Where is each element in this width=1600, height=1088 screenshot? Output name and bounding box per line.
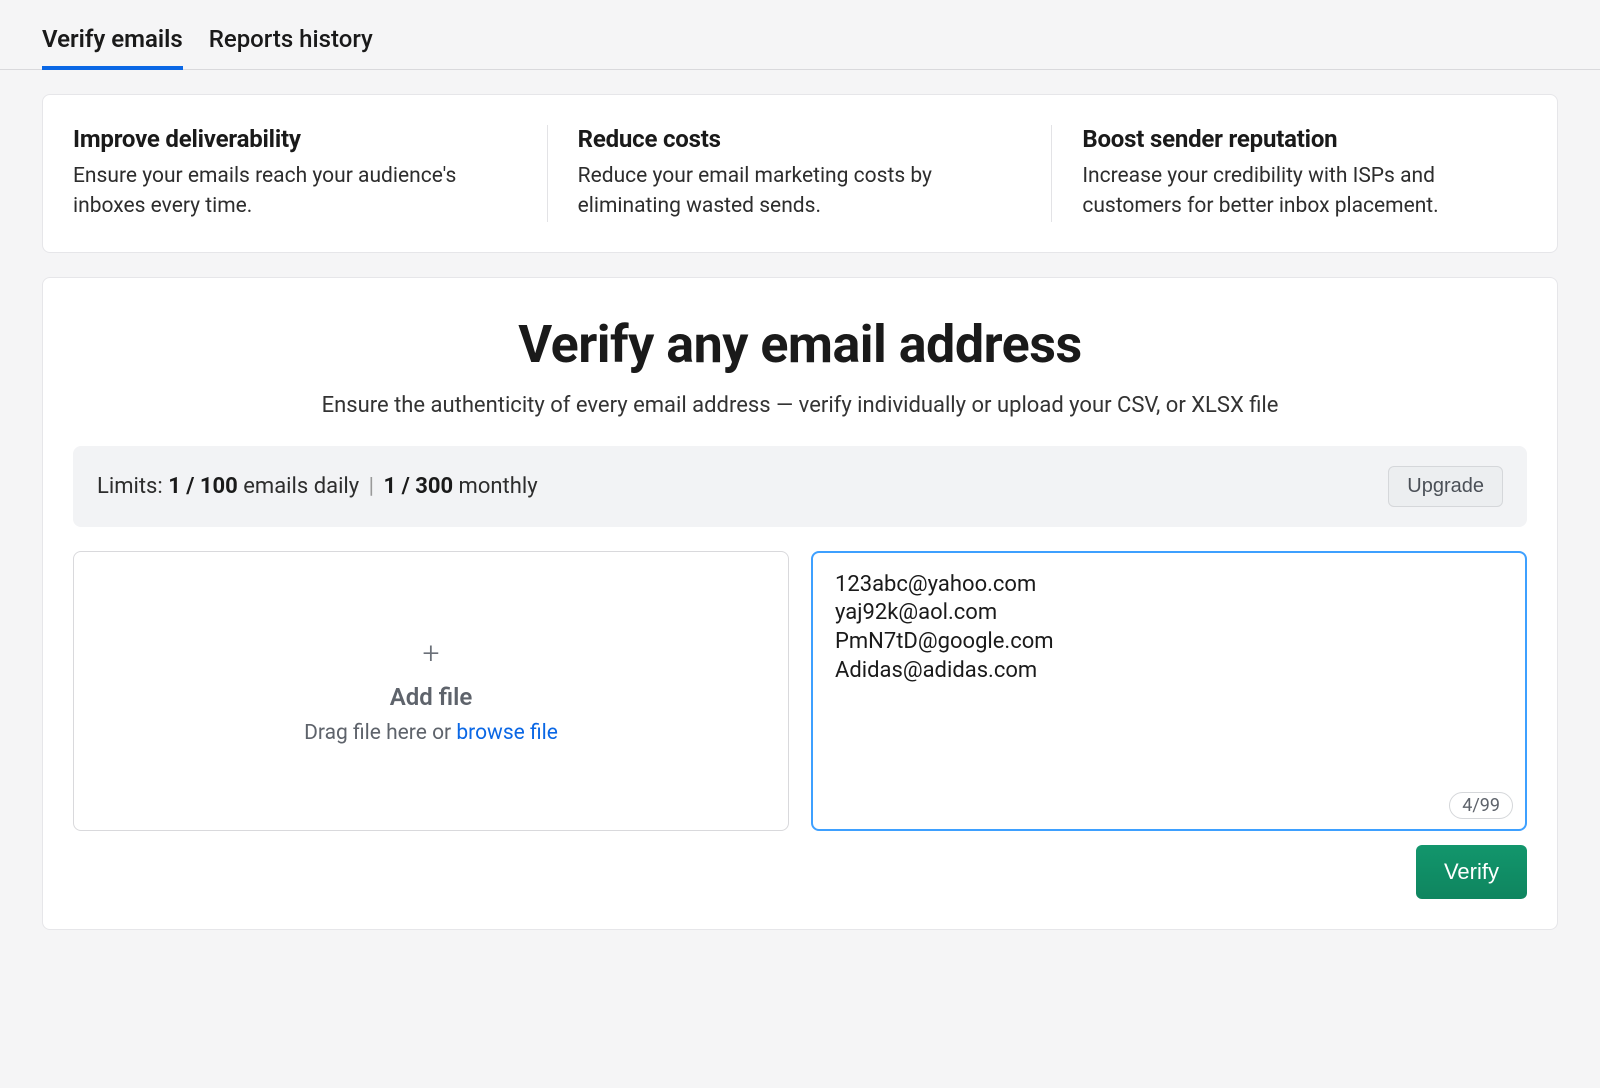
benefit-text: Reduce your email marketing costs by eli…: [578, 161, 1022, 222]
browse-file-link[interactable]: browse file: [456, 721, 558, 745]
drag-hint: Drag file here or browse file: [304, 721, 558, 745]
limits-text: Limits: 1 / 100 emails daily | 1 / 300 m…: [97, 474, 538, 499]
benefit-title: Boost sender reputation: [1082, 125, 1527, 153]
benefits-card: Improve deliverability Ensure your email…: [42, 94, 1558, 253]
verify-button[interactable]: Verify: [1416, 845, 1527, 899]
page-content: Improve deliverability Ensure your email…: [0, 70, 1600, 930]
emails-counter: 4/99: [1449, 792, 1513, 819]
tab-reports-history[interactable]: Reports history: [209, 7, 373, 69]
benefit-reduce-costs: Reduce costs Reduce your email marketing…: [548, 125, 1053, 222]
limits-daily-total: 100: [200, 474, 238, 499]
limits-monthly-used: 1: [383, 474, 396, 499]
upgrade-button[interactable]: Upgrade: [1388, 466, 1503, 507]
limits-daily-used: 1: [168, 474, 181, 499]
tabs-bar: Verify emails Reports history: [0, 0, 1600, 70]
inputs-row: + Add file Drag file here or browse file…: [73, 551, 1527, 831]
file-dropzone[interactable]: + Add file Drag file here or browse file: [73, 551, 789, 831]
verify-card: Verify any email address Ensure the auth…: [42, 277, 1558, 930]
benefit-title: Reduce costs: [578, 125, 1022, 153]
page-subtitle: Ensure the authenticity of every email a…: [73, 393, 1527, 418]
benefit-deliverability: Improve deliverability Ensure your email…: [43, 125, 548, 222]
add-file-label: Add file: [390, 683, 473, 711]
emails-textarea[interactable]: [813, 553, 1525, 829]
drag-prefix: Drag file here or: [304, 721, 456, 745]
limits-prefix: Limits:: [97, 474, 168, 499]
plus-icon: +: [423, 636, 440, 671]
emails-textarea-wrap: 4/99: [811, 551, 1527, 831]
benefit-title: Improve deliverability: [73, 125, 517, 153]
limits-monthly-total: 300: [415, 474, 453, 499]
page-title: Verify any email address: [73, 314, 1527, 375]
benefit-boost-reputation: Boost sender reputation Increase your cr…: [1052, 125, 1557, 222]
tab-verify-emails[interactable]: Verify emails: [42, 7, 183, 69]
limits-bar: Limits: 1 / 100 emails daily | 1 / 300 m…: [73, 446, 1527, 527]
actions-row: Verify: [73, 845, 1527, 899]
limits-monthly-suffix: monthly: [453, 474, 538, 499]
benefit-text: Ensure your emails reach your audience's…: [73, 161, 517, 222]
benefit-text: Increase your credibility with ISPs and …: [1082, 161, 1527, 222]
limits-daily-suffix: emails daily: [238, 474, 359, 499]
